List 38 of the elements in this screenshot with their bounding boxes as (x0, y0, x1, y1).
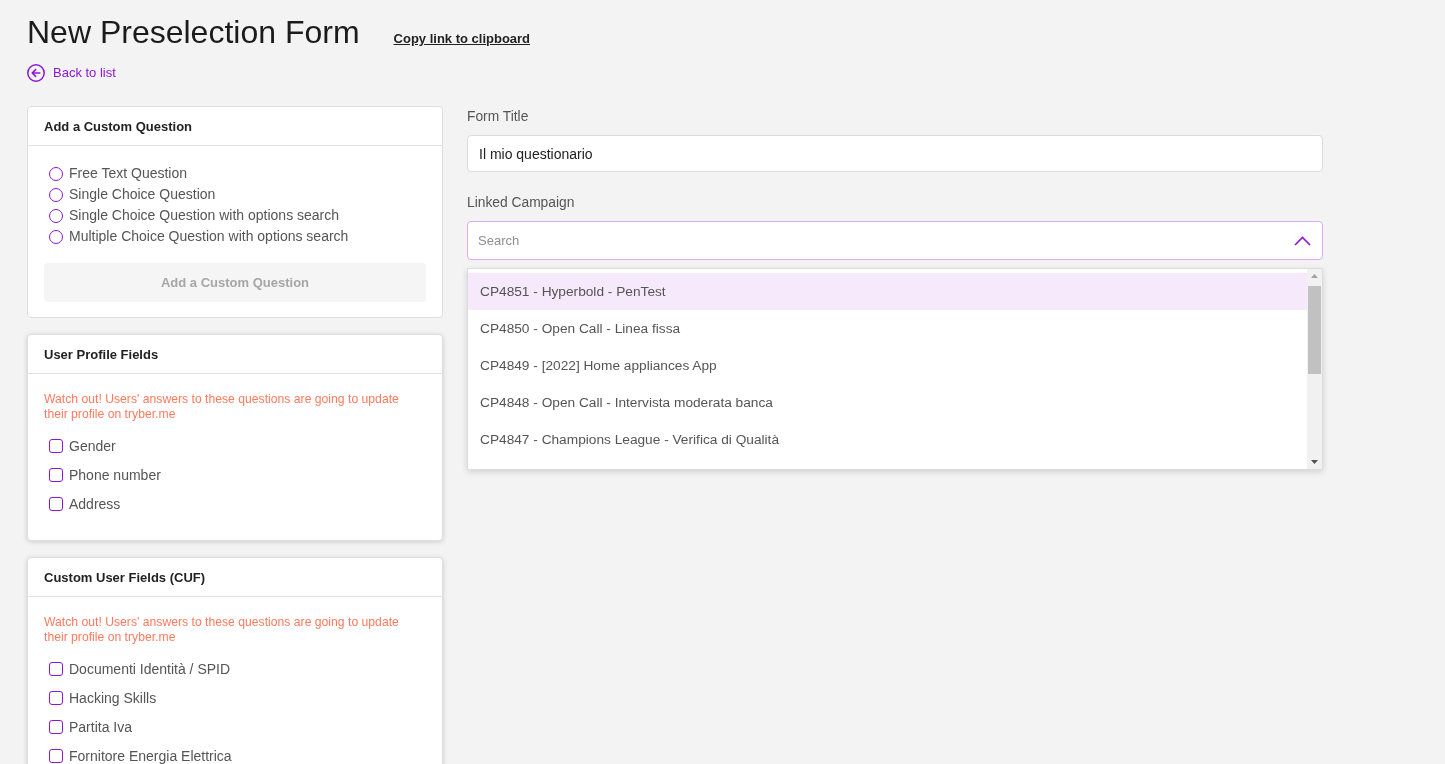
chevron-up-icon[interactable] (1294, 235, 1311, 246)
copy-link[interactable]: Copy link to clipboard (393, 31, 531, 46)
checkbox-option[interactable]: Fornitore Energia Elettrica (44, 747, 426, 764)
checkbox-option[interactable]: Partita Iva (44, 718, 426, 736)
radio-button[interactable] (49, 187, 63, 202)
back-link[interactable]: Back to list (27, 64, 116, 82)
radio-button[interactable] (49, 166, 63, 181)
checkbox[interactable] (49, 720, 63, 734)
field-label: Form Title (467, 108, 529, 126)
checkbox[interactable] (49, 439, 63, 453)
checkbox-option[interactable]: Hacking Skills (44, 689, 426, 707)
checkbox[interactable] (49, 662, 63, 676)
warning-text: Watch out! Users' answers to these questions are going to update their profile on tryber.me (44, 615, 400, 645)
radio-option[interactable]: Single Choice Question with options search (44, 205, 426, 226)
radio-button[interactable] (49, 229, 63, 244)
checkbox-option[interactable]: Documenti Identità / SPID (44, 660, 426, 678)
page-title: New Preselection Form (27, 13, 360, 52)
radio-option[interactable]: Free Text Question (44, 163, 426, 184)
checkbox-option[interactable]: Phone number (44, 466, 426, 484)
warning-text: Watch out! Users' answers to these questions are going to update their profile on tryber.me (44, 392, 400, 422)
radio-option[interactable]: Multiple Choice Question with options search (44, 226, 426, 247)
checkbox-option[interactable]: Gender (44, 437, 426, 455)
checkbox[interactable] (49, 468, 63, 482)
panel-title: User Profile Fields (44, 346, 159, 362)
scrollbar[interactable] (1307, 269, 1322, 469)
radio-button[interactable] (49, 208, 63, 223)
text-input[interactable]: Il mio questionario (467, 135, 1323, 172)
field-label: Linked Campaign (467, 194, 575, 212)
checkbox[interactable] (49, 691, 63, 705)
checkbox[interactable] (49, 749, 63, 763)
campaign-select[interactable]: Search (467, 221, 1323, 260)
dropdown-option[interactable]: CP4851 - Hyperbold - PenTest (468, 273, 1307, 310)
checkbox-option[interactable]: Address (44, 495, 426, 513)
panel-title: Custom User Fields (CUF) (44, 569, 206, 585)
search-input[interactable]: Search (478, 229, 1286, 252)
checkbox[interactable] (49, 497, 63, 511)
radio-option[interactable]: Single Choice Question (44, 184, 426, 205)
panel-title: Add a Custom Question (44, 118, 193, 134)
